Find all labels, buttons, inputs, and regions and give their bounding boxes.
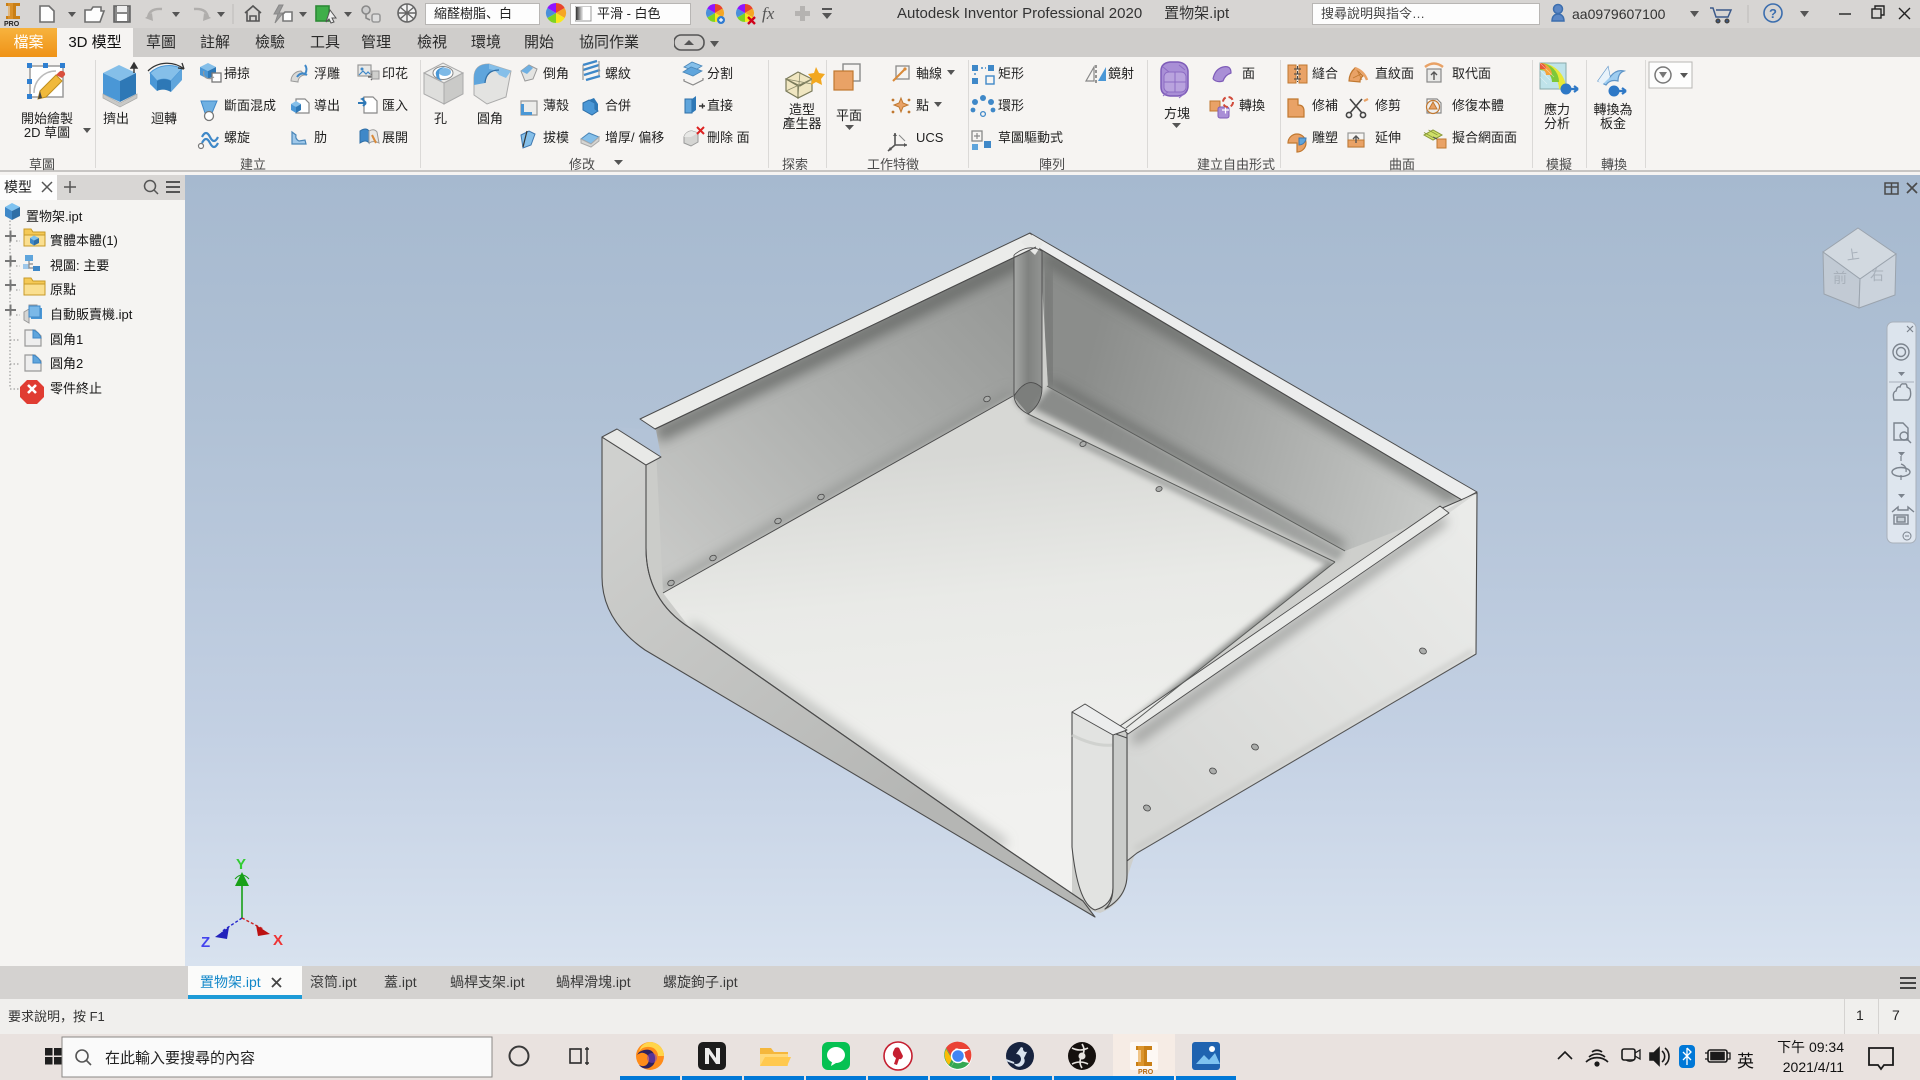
svg-text:Z: Z <box>201 934 210 951</box>
svg-text:PRO: PRO <box>4 21 20 28</box>
svg-text:fx: fx <box>762 4 775 23</box>
svg-text:前: 前 <box>1833 270 1847 286</box>
svg-text:X: X <box>273 932 283 949</box>
svg-text:?: ? <box>1769 6 1777 21</box>
svg-text:上: 上 <box>1845 246 1860 263</box>
svg-text:右: 右 <box>1870 267 1884 283</box>
svg-text:Y: Y <box>236 856 246 873</box>
svg-text:PRO: PRO <box>1138 1069 1154 1076</box>
